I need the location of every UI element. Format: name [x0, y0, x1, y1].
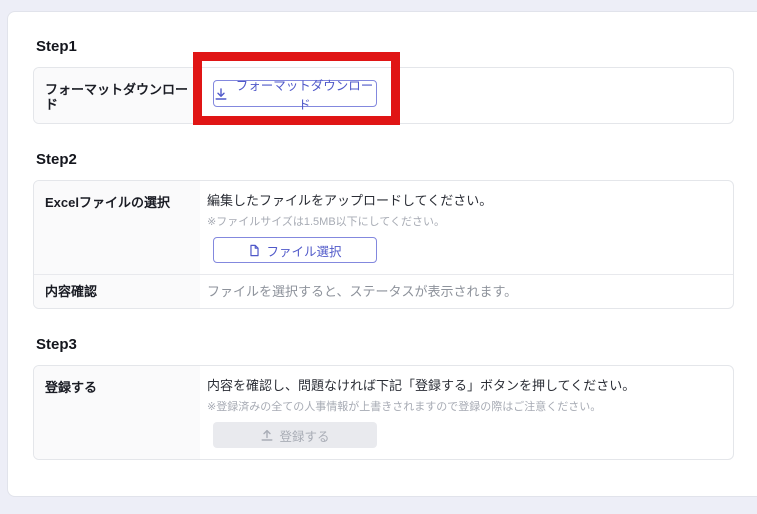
register-button[interactable]: 登録する [213, 422, 377, 448]
file-select-button[interactable]: ファイル選択 [213, 237, 377, 263]
register-instruction-text: 内容を確認し、問題なければ下記「登録する」ボタンを押してください。 [207, 377, 725, 395]
upload-instruction-text: 編集したファイルをアップロードしてください。 [207, 192, 725, 210]
button-label: フォーマットダウンロード [233, 75, 376, 113]
row-content: ファイルを選択すると、ステータスが表示されます。 [200, 275, 733, 308]
content-card: Step1 フォーマットダウンロード フォーマットダウンロード [7, 11, 757, 497]
overwrite-warning-note: ※登録済みの全ての人事情報が上書きされますので登録の際はご注意ください。 [207, 400, 725, 414]
row-label-content-confirm: 内容確認 [34, 275, 200, 308]
table-row: 登録する 内容を確認し、問題なければ下記「登録する」ボタンを押してください。 ※… [34, 366, 733, 459]
row-label-register: 登録する [34, 366, 200, 459]
table-row: Excelファイルの選択 編集したファイルをアップロードしてください。 ※ファイ… [34, 181, 733, 274]
status-placeholder-text: ファイルを選択すると、ステータスが表示されます。 [207, 284, 725, 299]
step3-table: 登録する 内容を確認し、問題なければ下記「登録する」ボタンを押してください。 ※… [33, 365, 734, 460]
step2-table: Excelファイルの選択 編集したファイルをアップロードしてください。 ※ファイ… [33, 180, 734, 309]
section-step1: Step1 フォーマットダウンロード フォーマットダウンロード [33, 38, 742, 124]
table-row: 内容確認 ファイルを選択すると、ステータスが表示されます。 [34, 274, 733, 308]
file-icon [248, 244, 261, 257]
table-row: フォーマットダウンロード フォーマットダウンロード [34, 68, 733, 123]
download-icon [214, 87, 228, 101]
upload-icon [260, 428, 274, 442]
format-download-button[interactable]: フォーマットダウンロード [213, 80, 377, 107]
row-label-format-download: フォーマットダウンロード [34, 68, 200, 123]
button-label: ファイル選択 [266, 241, 341, 260]
step1-table: フォーマットダウンロード フォーマットダウンロード [33, 67, 734, 124]
step2-heading: Step2 [36, 151, 742, 168]
row-content: 内容を確認し、問題なければ下記「登録する」ボタンを押してください。 ※登録済みの… [200, 366, 733, 459]
row-content: 編集したファイルをアップロードしてください。 ※ファイルサイズは1.5MB以下に… [200, 181, 733, 274]
row-label-excel-file-select: Excelファイルの選択 [34, 181, 200, 274]
file-size-note: ※ファイルサイズは1.5MB以下にしてください。 [207, 215, 725, 229]
row-content: フォーマットダウンロード [200, 68, 733, 123]
button-label: 登録する [279, 426, 329, 445]
section-step3: Step3 登録する 内容を確認し、問題なければ下記「登録する」ボタンを押してく… [33, 336, 742, 460]
step3-heading: Step3 [36, 336, 742, 353]
section-step2: Step2 Excelファイルの選択 編集したファイルをアップロードしてください… [33, 151, 742, 309]
step1-heading: Step1 [36, 38, 742, 55]
